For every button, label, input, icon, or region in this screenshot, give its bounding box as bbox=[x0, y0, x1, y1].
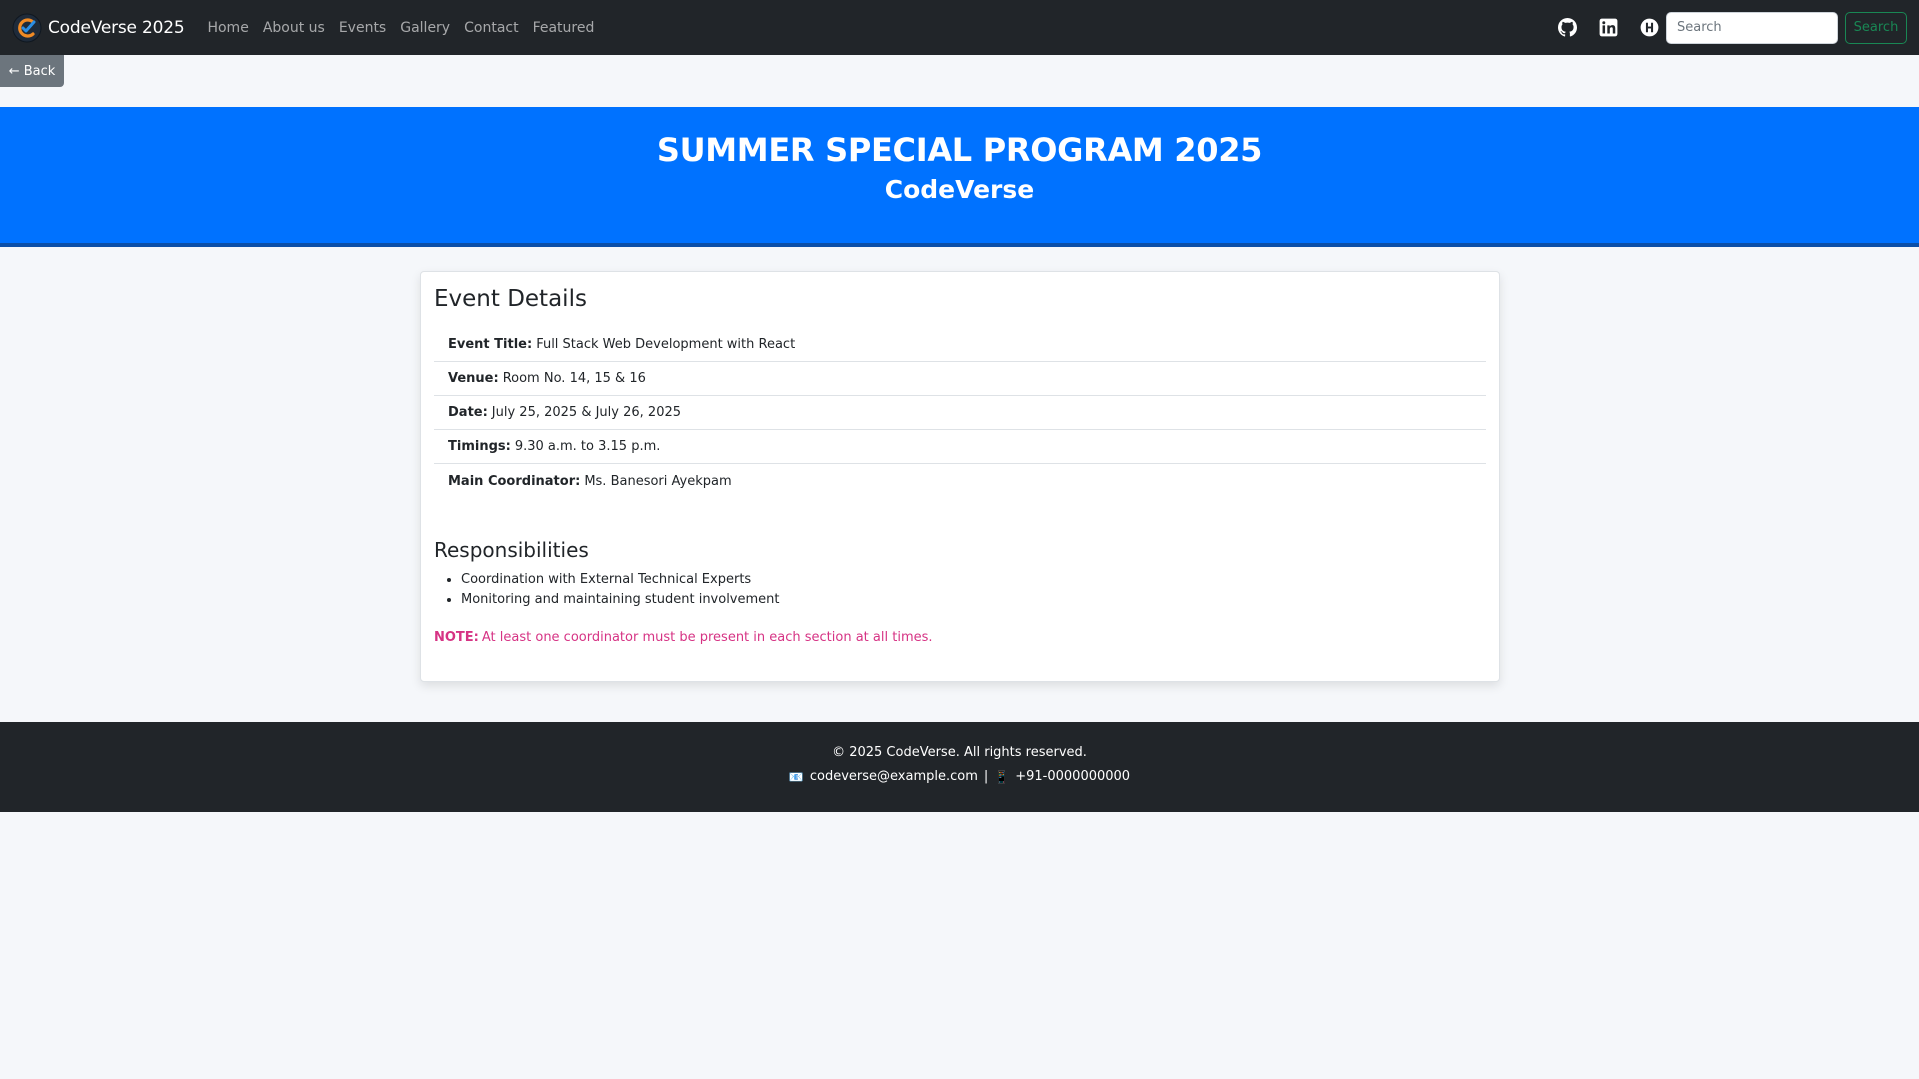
separator: | bbox=[983, 769, 989, 784]
nav-link-contact[interactable]: Contact bbox=[457, 20, 525, 36]
nav-link-gallery[interactable]: Gallery bbox=[393, 20, 457, 36]
copyright-text: © 2025 CodeVerse. All rights reserved. bbox=[832, 745, 1087, 760]
nav-links: Home About us Events Gallery Contact Fea… bbox=[200, 20, 601, 36]
note-text: At least one coordinator must be present… bbox=[481, 630, 933, 645]
responsibilities-heading: Responsibilities bbox=[434, 538, 589, 562]
phone-text: +91-0000000000 bbox=[1015, 769, 1131, 784]
back-button[interactable]: ← Back bbox=[0, 55, 64, 87]
detail-event-title: Event Title: Full Stack Web Development … bbox=[434, 328, 1486, 362]
detail-label: Event Title: bbox=[448, 337, 533, 352]
list-item: Monitoring and maintaining student invol… bbox=[461, 590, 1486, 610]
detail-timings: Timings: 9.30 a.m. to 3.15 p.m. bbox=[434, 430, 1486, 464]
brand-name: CodeVerse 2025 bbox=[48, 17, 185, 38]
event-details-heading: Event Details bbox=[434, 286, 587, 312]
nav-link-events[interactable]: Events bbox=[332, 20, 393, 36]
responsibilities-list: Coordination with External Technical Exp… bbox=[434, 570, 1486, 610]
linkedin-icon[interactable] bbox=[1599, 18, 1618, 37]
nav-right-group: Search bbox=[1547, 11, 1907, 44]
detail-date: Date: July 25, 2025 & July 26, 2025 bbox=[434, 396, 1486, 430]
coordinator-note: NOTE: At least one coordinator must be pr… bbox=[434, 630, 1486, 645]
detail-value: Full Stack Web Development with React bbox=[536, 337, 796, 352]
event-details-list: Event Title: Full Stack Web Development … bbox=[434, 328, 1486, 498]
detail-label: Date: bbox=[448, 405, 488, 420]
detail-value: 9.30 a.m. to 3.15 p.m. bbox=[514, 439, 661, 454]
detail-venue: Venue: Room No. 14, 15 & 16 bbox=[434, 362, 1486, 396]
top-navbar: CodeVerse 2025 Home About us Events Gall… bbox=[0, 0, 1919, 55]
nav-link-featured[interactable]: Featured bbox=[526, 20, 602, 36]
email-text: codeverse@example.com bbox=[809, 769, 978, 784]
hero-title: SUMMER SPECIAL PROGRAM 2025 bbox=[656, 131, 1263, 169]
site-footer: © 2025 CodeVerse. All rights reserved. 📧… bbox=[0, 722, 1919, 812]
detail-label: Timings: bbox=[448, 439, 511, 454]
search-input[interactable] bbox=[1666, 11, 1838, 44]
theme-toggle-icon[interactable] bbox=[1640, 18, 1659, 37]
hero-subtitle: CodeVerse bbox=[884, 175, 1035, 205]
detail-value: Ms. Banesori Ayekpam bbox=[584, 473, 732, 489]
detail-value: Room No. 14, 15 & 16 bbox=[502, 371, 646, 386]
event-details-card: Event Details Event Title: Full Stack We… bbox=[420, 271, 1500, 682]
detail-label: Main Coordinator: bbox=[448, 473, 581, 489]
nav-link-home[interactable]: Home bbox=[200, 20, 255, 36]
github-icon[interactable] bbox=[1558, 18, 1577, 37]
phone-icon: 📱 bbox=[994, 769, 1010, 784]
detail-value: July 25, 2025 & July 26, 2025 bbox=[491, 405, 682, 420]
nav-link-about[interactable]: About us bbox=[256, 20, 332, 36]
email-icon: 📧 bbox=[788, 769, 804, 784]
codeverse-logo-icon bbox=[12, 13, 42, 42]
brand-link[interactable]: CodeVerse 2025 bbox=[12, 13, 185, 43]
note-label: NOTE: bbox=[434, 630, 479, 645]
search-button[interactable]: Search bbox=[1845, 11, 1907, 44]
contact-line: 📧 codeverse@example.com | 📱 +91-00000000… bbox=[0, 769, 1919, 784]
detail-label: Venue: bbox=[448, 371, 499, 386]
list-item: Coordination with External Technical Exp… bbox=[461, 570, 1486, 590]
hero-banner: SUMMER SPECIAL PROGRAM 2025 CodeVerse bbox=[0, 107, 1919, 247]
detail-main-coordinator: Main Coordinator: Ms. Banesori Ayekpam bbox=[434, 464, 1486, 498]
